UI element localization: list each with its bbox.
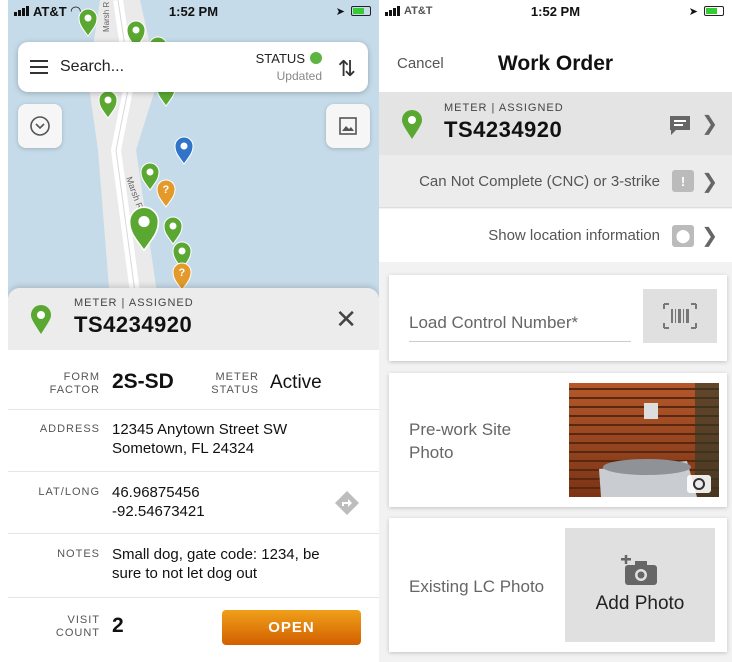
chevron-right-icon: ❯ <box>701 113 718 135</box>
nav-bar: Cancel Work Order <box>379 22 732 92</box>
chevron-right-icon: ❯ <box>701 225 718 247</box>
battery-icon <box>351 6 371 16</box>
clock: 1:52 PM <box>168 3 219 19</box>
existing-lc-label: Existing LC Photo <box>409 577 545 596</box>
prework-site-photo[interactable] <box>569 383 719 497</box>
svg-text:?: ? <box>179 267 186 279</box>
location-arrow-icon: ➤ <box>335 5 345 18</box>
address-label: ADDRESS <box>39 423 100 435</box>
status-dot-icon <box>310 52 322 64</box>
form-factor-label-2: FACTOR <box>49 384 100 396</box>
address-row: ADDRESS 12345 Anytown Street SW Sometown,… <box>8 410 379 472</box>
location-arrow-icon: ➤ <box>688 5 698 18</box>
cnc-row[interactable]: Can Not Complete (CNC) or 3-strike ! ❯ <box>379 155 732 208</box>
map-screen: Marsh R Marsh R ?? AT&T ︎◠ 1:52 PM ➤ Sea… <box>8 0 379 662</box>
add-photo-button[interactable]: Add Photo <box>565 528 715 642</box>
form-factor-label: FORM <box>63 371 100 383</box>
location-pin-icon: ⬤ <box>672 224 694 247</box>
latlong-label: LAT/LONG <box>38 486 100 498</box>
directions-icon[interactable] <box>334 490 360 516</box>
close-icon[interactable]: ✕ <box>335 304 357 335</box>
visit-count-label: VISIT <box>67 614 100 626</box>
status-bar-right: AT&T 1:52 PM ➤ <box>379 0 732 22</box>
chevron-circle-icon <box>30 116 50 136</box>
visit-count-label-2: COUNT <box>55 627 100 639</box>
image-icon <box>339 117 357 135</box>
open-button[interactable]: OPEN <box>222 610 361 645</box>
page-title: Work Order <box>497 52 614 75</box>
latitude: 46.96875456 <box>112 484 200 501</box>
notes-row: NOTES Small dog, gate code: 1234, be sure… <box>8 534 379 598</box>
site-photo-image <box>569 383 719 497</box>
meter-status-label-2: STATUS <box>211 384 259 396</box>
meter-assignment: METER | ASSIGNED <box>444 102 564 114</box>
form-factor-value: 2S-SD <box>112 370 174 393</box>
meter-detail-sheet: METER | ASSIGNED TS4234920 ✕ FORM FACTOR … <box>8 288 379 662</box>
meter-assignment: METER | ASSIGNED <box>74 297 194 309</box>
input-underline <box>409 341 631 342</box>
status-text: Updated <box>276 69 322 83</box>
load-control-input[interactable]: Load Control Number* <box>409 311 578 334</box>
prework-photo-label-2: Photo <box>409 443 454 462</box>
menu-icon[interactable] <box>30 60 48 74</box>
meter-status-label: METER <box>215 371 259 383</box>
notes-line-2: sure to not let dog out <box>112 565 258 582</box>
work-order-screen: AT&T 1:52 PM ➤ Cancel Work Order METER |… <box>379 0 732 662</box>
location-info-row[interactable]: Show location information ⬤ ❯ <box>379 209 732 262</box>
meter-id: TS4234920 <box>444 117 563 142</box>
meter-id: TS4234920 <box>74 312 193 337</box>
sync-status: STATUS Updated <box>256 51 322 83</box>
map-pin-icon <box>31 305 51 334</box>
map-pin-icon <box>402 110 422 139</box>
add-camera-icon <box>621 555 657 585</box>
cnc-label: Can Not Complete (CNC) or 3-strike <box>419 172 660 190</box>
sheet-header: METER | ASSIGNED TS4234920 ✕ <box>8 288 379 350</box>
barcode-scan-button[interactable] <box>643 289 717 343</box>
filter-button[interactable] <box>18 104 62 148</box>
map-layer-button[interactable] <box>326 104 370 148</box>
clipboard-alert-icon: ! <box>672 170 694 192</box>
longitude: -92.54673421 <box>112 503 205 520</box>
location-info-label: Show location information <box>488 227 660 244</box>
search-bar[interactable]: Search... STATUS Updated ⇅ <box>18 42 368 92</box>
latlong-row: LAT/LONG 46.96875456 -92.54673421 <box>8 472 379 534</box>
load-control-card: Load Control Number* <box>389 275 727 361</box>
prework-photo-card: Pre-work Site Photo <box>389 373 727 507</box>
add-photo-label: Add Photo <box>595 593 685 614</box>
meter-header[interactable]: METER | ASSIGNED TS4234920 ❯ <box>379 92 732 155</box>
prework-photo-label: Pre-work Site <box>409 420 512 439</box>
battery-icon <box>704 6 724 16</box>
meter-status-value: Active <box>270 372 322 393</box>
notes-label: NOTES <box>57 548 100 560</box>
status-label: STATUS <box>255 51 305 66</box>
status-bar: AT&T ︎◠ 1:52 PM ➤ <box>8 0 379 22</box>
barcode-icon <box>663 303 697 329</box>
svg-text:?: ? <box>163 184 170 196</box>
visit-count-value: 2 <box>112 614 124 637</box>
form-factor-row: FORM FACTOR 2S-SD METER STATUS Active <box>8 350 379 410</box>
search-input[interactable]: Search... <box>60 58 124 76</box>
sync-icon[interactable]: ⇅ <box>338 56 356 82</box>
address-line-1: 12345 Anytown Street SW <box>112 421 288 438</box>
chevron-right-icon: ❯ <box>701 171 718 193</box>
existing-lc-photo-card: Existing LC Photo Add Photo <box>389 518 727 652</box>
notes-line-1: Small dog, gate code: 1234, be <box>112 546 320 563</box>
clock: 1:52 PM <box>530 3 581 19</box>
address-line-2: Sometown, FL 24324 <box>112 440 255 457</box>
comment-icon[interactable] <box>668 114 692 136</box>
